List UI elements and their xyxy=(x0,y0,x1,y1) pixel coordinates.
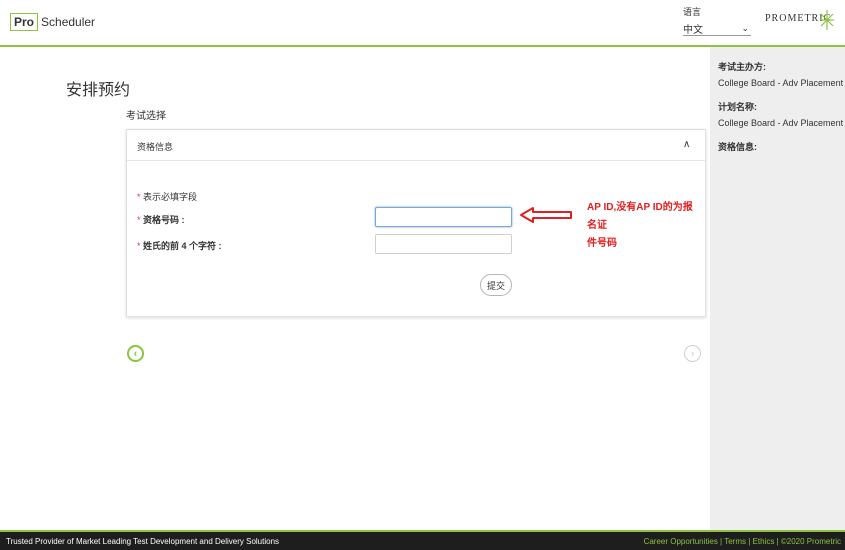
previous-button[interactable]: ‹ xyxy=(127,345,144,362)
required-star: * xyxy=(137,192,141,202)
left-arrow-annotation-icon xyxy=(520,207,572,223)
chevron-down-icon: ⌄ xyxy=(741,23,749,33)
panel-title: 资格信息 xyxy=(137,142,174,152)
terms-link[interactable]: Terms xyxy=(724,537,746,546)
sponsor-value: College Board - Adv Placement xyxy=(718,78,844,88)
last-name-label-text: 姓氏的前 4 个字符 : xyxy=(143,241,222,251)
logo-pro: Pro xyxy=(10,13,39,31)
section-label: 考试选择 xyxy=(126,111,166,122)
next-button[interactable]: › xyxy=(684,345,701,362)
prometric-logo-icon xyxy=(820,10,834,30)
language-label: 语言 xyxy=(683,7,702,17)
eligibility-label: 资格信息: xyxy=(718,142,757,152)
submit-button[interactable]: 提交 xyxy=(480,274,512,296)
language-value: 中文 xyxy=(683,25,703,36)
careers-link[interactable]: Career Opportunities xyxy=(644,537,718,546)
copyright: ©2020 Prometric xyxy=(780,537,841,546)
page-title: 安排预约 xyxy=(66,82,131,99)
required-note: * 表示必填字段 xyxy=(137,190,197,203)
annotation-text: AP ID,没有AP ID的为报名证 件号码 xyxy=(587,199,702,253)
footer: Trusted Provider of Market Leading Test … xyxy=(0,530,845,550)
program-label: 计划名称: xyxy=(718,102,757,112)
header: Pro Scheduler 语言 中文 ⌄ PROMETRIC xyxy=(0,0,845,45)
footer-links: Career Opportunities | Terms | Ethics | … xyxy=(644,537,841,546)
eligibility-number-label: * 资格号码 : xyxy=(137,213,185,226)
program-value: College Board - Adv Placement xyxy=(718,118,844,128)
footer-tagline: Trusted Provider of Market Leading Test … xyxy=(6,537,280,546)
language-select[interactable]: 中文 ⌄ xyxy=(683,22,751,36)
required-star: * xyxy=(137,215,141,225)
sponsor-label: 考试主办方: xyxy=(718,62,766,72)
required-note-text: 表示必填字段 xyxy=(143,192,198,202)
annotation-line-2: 件号码 xyxy=(587,238,617,249)
chevron-up-icon[interactable]: ∧ xyxy=(683,139,690,150)
ethics-link[interactable]: Ethics xyxy=(753,537,775,546)
required-star: * xyxy=(137,241,141,251)
chevron-left-icon: ‹ xyxy=(133,347,138,360)
last-name-label: * 姓氏的前 4 个字符 : xyxy=(137,239,222,252)
panel-header[interactable]: 资格信息 ∧ xyxy=(127,130,705,161)
annotation-line-1: AP ID,没有AP ID的为报名证 xyxy=(587,202,693,231)
eligibility-number-input[interactable] xyxy=(375,207,512,227)
last-name-input[interactable] xyxy=(375,234,512,254)
proscheduler-logo[interactable]: Pro Scheduler xyxy=(10,12,95,32)
chevron-right-icon: › xyxy=(690,347,695,360)
eligibility-number-label-text: 资格号码 : xyxy=(143,215,185,225)
logo-scheduler: Scheduler xyxy=(41,15,96,29)
